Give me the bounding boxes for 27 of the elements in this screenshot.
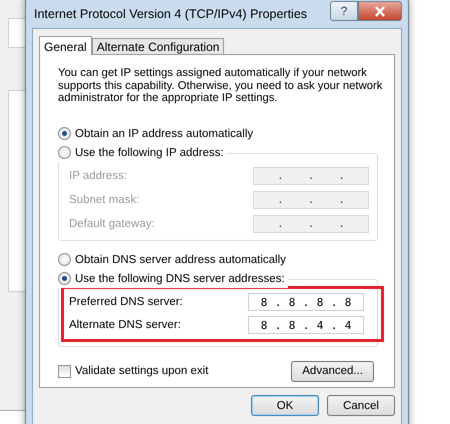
field-label: Default gateway:	[69, 218, 155, 230]
radio-button[interactable]	[58, 127, 71, 140]
close-icon	[374, 6, 386, 16]
checkbox-label: Validate settings upon exit	[75, 365, 208, 377]
radio-label: Use the following DNS server addresses:	[75, 272, 285, 284]
advanced-button[interactable]: Advanced...	[291, 360, 374, 382]
field-label: Preferred DNS server:	[69, 296, 183, 308]
description-text: You can get IP settings assigned automatically if your network supports this capability. Otherwise, you need to ask your network administrator for the appropriate IP settings.	[58, 67, 384, 104]
radio-button[interactable]	[58, 272, 71, 285]
close-button[interactable]	[358, 1, 402, 21]
help-button[interactable]: ?	[330, 1, 358, 21]
dialog-button[interactable]: Cancel	[327, 395, 395, 416]
radio-button[interactable]	[58, 253, 71, 266]
checkbox[interactable]	[58, 364, 71, 378]
window-title: Internet Protocol Version 4 (TCP/IPv4) Properties	[33, 7, 308, 21]
ip-address-field[interactable]: 8 . 8 . 8 . 8	[248, 293, 364, 311]
radio-button[interactable]	[58, 146, 71, 159]
dialog-button[interactable]: OK	[251, 395, 319, 416]
field-label: Alternate DNS server:	[69, 319, 181, 331]
radio-label: Obtain an IP address automatically	[75, 128, 254, 140]
radio-label: Obtain DNS server address automatically	[75, 254, 286, 266]
radio-label: Use the following IP address:	[75, 146, 224, 158]
ip-address-field[interactable]: 8 . 8 . 4 . 4	[248, 316, 364, 334]
field-label: Subnet mask:	[69, 194, 140, 206]
tab[interactable]: General	[39, 36, 92, 55]
tab[interactable]: Alternate Configuration	[92, 38, 224, 54]
field-label: IP address:	[69, 170, 127, 182]
